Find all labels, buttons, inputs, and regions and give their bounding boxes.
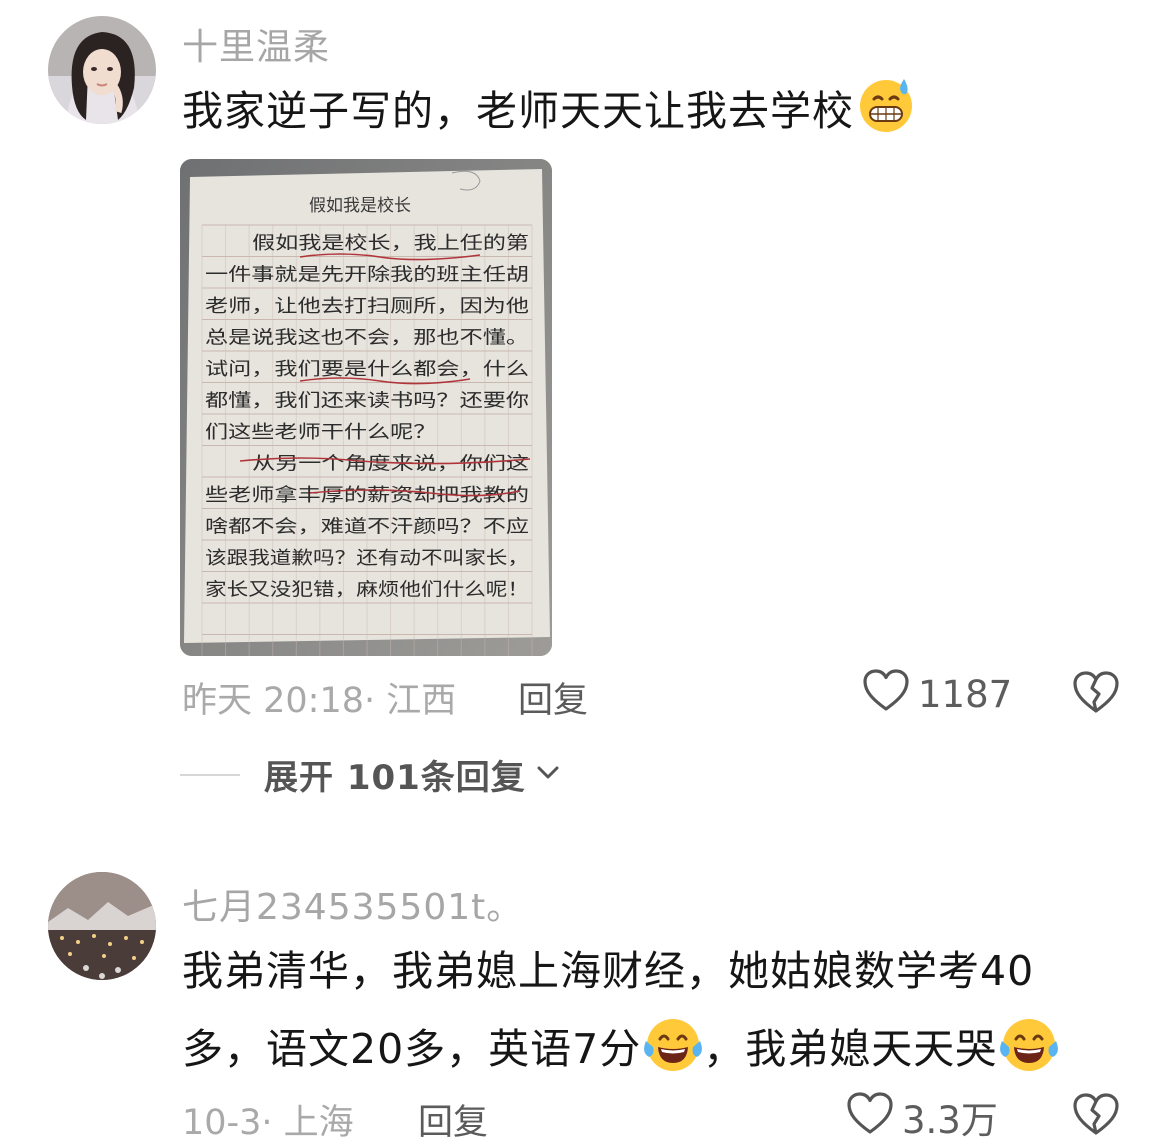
broken-heart-icon [1072, 1093, 1120, 1140]
comment-text: 我弟清华，我弟媳上海财经，她姑娘数学考40 多，语文20多，英语7分 ，我弟媳天… [182, 932, 1142, 1098]
comment-text: 我家逆子写的，老师天天让我去学校 [182, 72, 1082, 160]
heart-icon [862, 668, 910, 721]
essay-line: 都懂，我们还来读书吗？还要你 [205, 391, 529, 411]
essay-line: 老师，让他去打扫厕所，因为他 [205, 296, 529, 316]
essay-line: 总是说我这也不会，那也不懂。 [205, 328, 529, 348]
user-avatar[interactable] [48, 872, 156, 980]
essay-line: 该跟我道歉吗？还有动不叫家长， [205, 548, 529, 568]
broken-heart-icon [1072, 671, 1120, 718]
essay-line: 试问，我们要是什么都会，什么 [205, 359, 529, 379]
tears-of-joy-emoji [643, 1015, 703, 1098]
username[interactable]: 七月234535501t。 [182, 878, 523, 930]
username[interactable]: 十里温柔 [182, 18, 330, 70]
like-button[interactable]: 1187 [862, 668, 1012, 721]
comment-time-location: 昨天 20:18· 江西 [182, 681, 457, 721]
like-count: 1187 [918, 673, 1013, 716]
essay-title: 假如我是校长 [309, 196, 411, 215]
expand-replies[interactable]: 展开 101条回复 [180, 750, 560, 799]
comment-text-content: 我家逆子写的，老师天天让我去学校 [182, 87, 854, 135]
heart-icon [846, 1091, 894, 1144]
essay-line: 一件事就是先开除我的班主任胡 [205, 265, 529, 285]
grin-sweat-emoji [856, 75, 916, 160]
essay-photo[interactable]: 假如我是校长 假如我是校长，我上任的第一件事就是先开除我的班主任胡 老师，让他去打… [180, 159, 552, 656]
reply-button[interactable]: 回复 [518, 672, 588, 723]
reply-button[interactable]: 回复 [418, 1094, 488, 1145]
essay-line: 们这些老师干什么呢？ [205, 422, 436, 442]
dislike-button[interactable] [1072, 670, 1120, 718]
tears-of-joy-emoji [999, 1015, 1059, 1098]
comment-text-part: ，我弟媳天天哭 [703, 1025, 998, 1073]
like-button[interactable]: 3.3万 [846, 1090, 998, 1144]
comment-time-location: 10-3· 上海 [182, 1103, 354, 1143]
comment-2: 七月234535501t。 我弟清华，我弟媳上海财经，她姑娘数学考40 多，语文… [0, 870, 1170, 1143]
essay-line: 些老师拿丰厚的薪资却把我教的 [205, 484, 529, 505]
comment-text-line-2: 多，语文20多，英语7分 ，我弟媳天天哭 [182, 1010, 1142, 1098]
comment-1: 十里温柔 我家逆子写的，老师天天让我去学校 假如我是校长 假如我是校长，我上任的… [0, 0, 1170, 830]
comment-text-line-1: 我弟清华，我弟媳上海财经，她姑娘数学考40 [182, 947, 1035, 995]
comment-text-part: 多，语文20多，英语7分 [182, 1025, 642, 1073]
divider [180, 773, 240, 776]
user-avatar[interactable] [48, 16, 156, 124]
essay-line: 假如我是校长，我上任的第 [252, 233, 529, 253]
like-count: 3.3万 [902, 1099, 998, 1142]
expand-replies-label: 展开 101条回复 [264, 758, 526, 798]
chevron-down-icon [536, 763, 560, 787]
dislike-button[interactable] [1072, 1092, 1120, 1140]
essay-line: 家长又没犯错，麻烦他们什么呢！ [205, 580, 529, 600]
essay-line: 啥都不会，难道不汗颜吗？不应 [205, 517, 529, 537]
